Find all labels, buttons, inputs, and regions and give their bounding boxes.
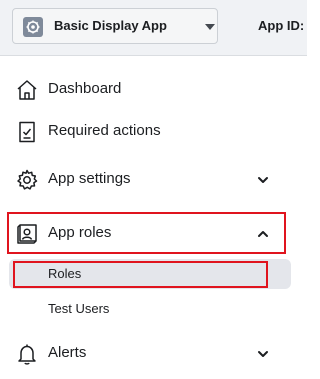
sidebar-item-required-actions[interactable]: Required actions — [0, 112, 307, 152]
sidebar-item-alerts[interactable]: Alerts — [0, 334, 307, 374]
sidebar-subitem-roles[interactable]: Roles — [9, 259, 291, 289]
id-badge-icon — [17, 224, 37, 244]
sidebar-item-label: Required actions — [48, 122, 161, 139]
chevron-down-icon[interactable] — [256, 173, 270, 187]
sidebar-subitem-test-users[interactable]: Test Users — [9, 294, 291, 324]
bell-icon — [18, 344, 36, 365]
sidebar-item-label: Dashboard — [48, 80, 122, 97]
app-id-label: App ID: — [258, 18, 305, 33]
sidebar-item-app-settings[interactable]: App settings — [0, 160, 307, 200]
gear-icon — [23, 17, 43, 37]
app-selector-dropdown[interactable]: Basic Display App — [12, 8, 218, 44]
chevron-down-icon[interactable] — [256, 347, 270, 361]
caret-down-icon — [205, 24, 215, 30]
sidebar-item-app-roles[interactable]: App roles — [0, 214, 307, 254]
sidebar-item-label: Alerts — [48, 344, 87, 361]
checklist-icon — [19, 121, 35, 143]
gear-icon — [17, 169, 38, 190]
top-bar: Basic Display App App ID: — [0, 0, 307, 56]
sidebar-item-dashboard[interactable]: Dashboard — [0, 70, 307, 110]
sidebar-subitem-label: Roles — [48, 266, 82, 281]
chevron-up-icon[interactable] — [256, 227, 270, 241]
house-icon — [17, 80, 37, 100]
sidebar-item-label: App settings — [48, 170, 131, 187]
sidebar-item-label: App roles — [48, 224, 112, 241]
app-name: Basic Display App — [54, 18, 167, 33]
sidebar-subitem-label: Test Users — [48, 301, 110, 316]
